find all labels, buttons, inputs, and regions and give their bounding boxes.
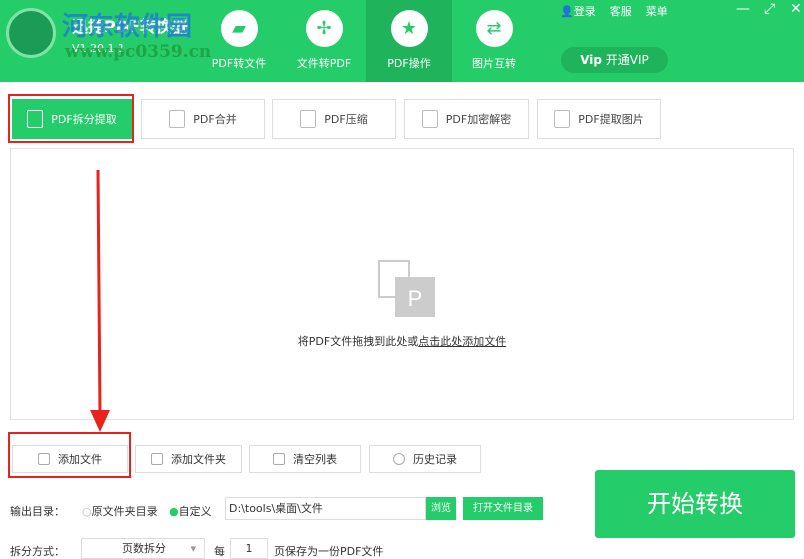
file-drop-zone[interactable]: P 将PDF文件拖拽到此处或点击此处添加文件	[10, 148, 794, 420]
history-button[interactable]: 历史记录	[369, 445, 481, 473]
acrobat-icon: ✢	[305, 10, 343, 47]
minimize-icon[interactable]: —	[736, 1, 750, 17]
trash-icon	[273, 453, 285, 465]
highlight-box	[8, 94, 134, 143]
zip-icon	[300, 110, 317, 128]
nav-pdf-operations[interactable]: ★ PDF操作	[366, 0, 452, 82]
tab-pdf-extract-images[interactable]: PDF提取图片	[537, 99, 661, 139]
nav-label: PDF转文件	[211, 57, 267, 70]
tab-pdf-compress[interactable]: PDF压缩	[272, 99, 396, 139]
nav-pdf-to-file[interactable]: ▰ PDF转文件	[196, 0, 282, 82]
tab-label: PDF提取图片	[578, 113, 644, 126]
output-path-input[interactable]: D:\tools\桌面\文件	[225, 497, 426, 520]
pdf-file-icon: P	[378, 260, 435, 317]
browse-button[interactable]: 浏览	[426, 497, 456, 520]
nav-label: PDF操作	[387, 57, 431, 70]
maximize-icon[interactable]: ⤢	[764, 1, 775, 17]
button-label: 添加文件夹	[171, 453, 226, 466]
merge-icon	[169, 110, 186, 128]
highlight-box	[8, 432, 131, 478]
nav-label: 文件转PDF	[296, 57, 352, 70]
tab-pdf-merge[interactable]: PDF合并	[141, 99, 265, 139]
login-link[interactable]: 👤登录	[560, 3, 596, 19]
vip-label: 开通VIP	[605, 53, 649, 67]
lock-icon	[421, 110, 438, 128]
pages-per-file-input[interactable]: 1	[230, 538, 268, 559]
nav-image-convert[interactable]: ⇄ 图片互转	[451, 0, 537, 82]
tab-pdf-encrypt[interactable]: PDF加密解密	[404, 99, 529, 139]
radio-label: 原文件夹目录	[91, 505, 158, 518]
button-label: 历史记录	[413, 453, 457, 466]
nav-label: 图片互转	[472, 57, 516, 70]
pages-suffix-label: 页保存为一份PDF文件	[274, 545, 384, 558]
service-link[interactable]: 客服	[610, 3, 632, 19]
output-label: 输出目录：	[10, 505, 65, 518]
start-convert-button[interactable]: 开始转换	[595, 470, 795, 538]
header-bar: 迅捷PDF转换器 V1.20.1.1 河东软件园 www.pc0359.cn ▰…	[0, 0, 804, 82]
folder-icon	[151, 453, 163, 465]
swap-icon: ⇄	[475, 10, 513, 47]
nav-file-to-pdf[interactable]: ✢ 文件转PDF	[281, 0, 367, 82]
add-file-link[interactable]: 点击此处添加文件	[418, 335, 506, 348]
tab-label: PDF加密解密	[445, 113, 512, 126]
open-folder-button[interactable]: 打开文件目录	[463, 497, 543, 520]
menu-link[interactable]: 菜单	[646, 3, 668, 19]
split-mode-select[interactable]: 页数拆分 ▾	[81, 538, 205, 559]
split-label: 拆分方式：	[10, 545, 65, 558]
every-label: 每	[214, 545, 225, 558]
watermark-url: www.pc0359.cn	[65, 42, 212, 62]
image-icon	[554, 110, 571, 128]
login-label: 登录	[573, 5, 596, 18]
svg-text:P: P	[408, 286, 423, 311]
vip-badge: Vip	[580, 53, 602, 67]
close-icon[interactable]: ✕	[790, 1, 802, 17]
app-logo	[6, 8, 56, 58]
star-icon: ★	[390, 10, 428, 47]
clock-icon	[393, 453, 405, 465]
folder-icon: ▰	[220, 10, 258, 47]
select-value: 页数拆分	[122, 542, 166, 555]
vip-button[interactable]: Vip 开通VIP	[561, 47, 668, 73]
button-label: 清空列表	[293, 453, 337, 466]
radio-label: 自定义	[178, 505, 212, 518]
add-folder-button[interactable]: 添加文件夹	[135, 445, 242, 473]
clear-list-button[interactable]: 清空列表	[249, 445, 361, 473]
radio-original-folder[interactable]: ○原文件夹目录	[82, 503, 158, 519]
drop-hint: 将PDF文件拖拽到此处或	[297, 335, 419, 348]
tab-label: PDF压缩	[324, 113, 368, 126]
red-arrow	[90, 170, 110, 432]
radio-custom[interactable]: ●自定义	[169, 503, 212, 519]
chevron-down-icon: ▾	[190, 542, 196, 555]
tab-label: PDF合并	[193, 113, 237, 126]
watermark-name: 河东软件园	[62, 12, 193, 42]
